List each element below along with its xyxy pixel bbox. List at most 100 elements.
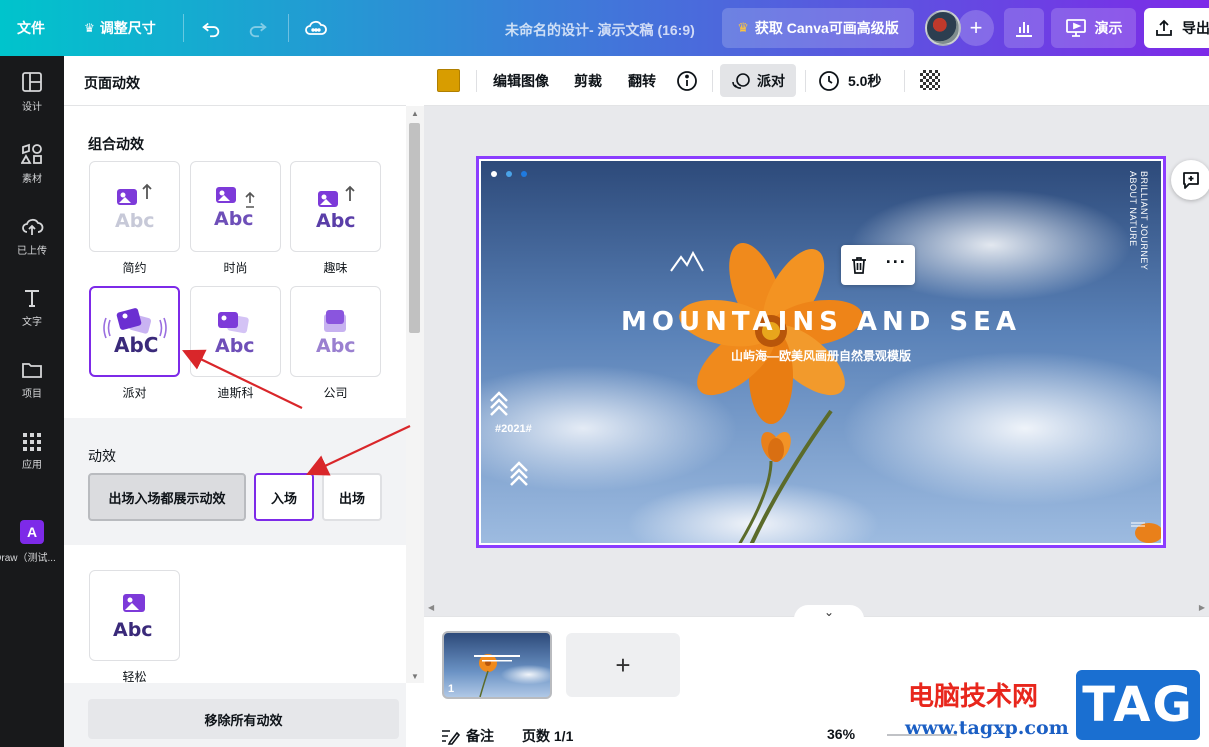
element-floating-toolbar: ··· (841, 245, 915, 285)
slide-vertical-text[interactable]: BRILLIANT JOURNEY ABOUT NATURE (1127, 171, 1149, 270)
rail-label: 素材 (22, 174, 42, 185)
rail-item-projects[interactable]: 项目 (0, 350, 64, 410)
scroll-thumb[interactable] (409, 123, 420, 333)
page-thumbnail[interactable]: 1 (442, 631, 552, 699)
vertical-line-1: BRILLIANT JOURNEY (1139, 171, 1149, 271)
anim-tile-disco[interactable]: Abc (190, 286, 281, 377)
more-animations-section: Abc 轻松 (64, 545, 406, 684)
anim-tile-party[interactable]: AbC (89, 286, 180, 377)
rail-item-text[interactable]: 文字 (0, 278, 64, 338)
svg-text:Abc: Abc (115, 210, 155, 232)
rail-label: Draw（测试... (0, 553, 56, 564)
animation-panel: 页面动效 组合动效 Abc 简约 Abc 时尚 Abc 趣味 AbC 派对 Ab… (64, 56, 406, 747)
clock-icon (819, 71, 839, 91)
notes-button[interactable]: 备注 (440, 726, 494, 746)
trash-icon[interactable] (849, 255, 869, 275)
tile-label: 时尚 (223, 261, 248, 275)
rail-label: 项目 (22, 389, 42, 400)
present-button[interactable]: 演示 (1051, 8, 1136, 48)
page-number: 1 (448, 683, 455, 695)
redo-button[interactable] (247, 0, 269, 56)
edit-image-button[interactable]: 编辑图像 (493, 56, 549, 106)
flip-button[interactable]: 翻转 (628, 56, 656, 106)
duration-button[interactable]: 5.0秒 (818, 56, 881, 106)
slide[interactable]: MOUNTAINS AND SEA 山屿海—欧美风画册自然景观模版 BRILLI… (476, 156, 1166, 548)
more-options-icon[interactable]: ··· (886, 253, 907, 271)
apps-grid-icon (23, 433, 41, 451)
anim-tile-relaxed[interactable]: Abc (89, 570, 180, 661)
anim-tile-fun[interactable]: Abc (290, 161, 381, 252)
canvas-scroll-right[interactable]: ▶ (1199, 603, 1205, 612)
mode-enter-button[interactable]: 入场 (254, 473, 314, 521)
upgrade-button[interactable]: ♛ 获取 Canva可画高级版 (722, 8, 914, 48)
simple-anim-icon: Abc (115, 183, 155, 232)
tile-label: 迪斯科 (217, 386, 254, 400)
thumbnail-preview (474, 654, 520, 697)
panel-title: 页面动效 (84, 75, 140, 91)
upload-icon (1156, 19, 1172, 36)
collapse-strip-handle[interactable]: ⌄ (794, 605, 864, 619)
context-toolbar: 编辑图像 剪裁 翻转 派对 5.0秒 (424, 56, 1209, 106)
corporate-anim-icon: Abc (316, 309, 355, 357)
export-label: 导出 (1182, 20, 1209, 36)
remove-all-animations-button[interactable]: 移除所有动效 (88, 699, 399, 739)
document-title[interactable]: 未命名的设计- 演示文稿 (16:9) (505, 20, 695, 40)
rail-item-design[interactable]: 设计 (0, 62, 64, 122)
watermark-url: www.tagxp.com (905, 717, 1069, 739)
resize-label: 调整尺寸 (99, 20, 156, 36)
mountain-logo (670, 250, 704, 272)
resize-button[interactable]: ♛ 调整尺寸 (84, 0, 156, 56)
mode-exit-button[interactable]: 出场 (322, 473, 382, 521)
undo-icon (202, 22, 220, 38)
anim-tile-corporate[interactable]: Abc (290, 286, 381, 377)
share-add-button[interactable]: + (958, 10, 994, 46)
rail-item-draw[interactable]: A Draw（测试... (0, 512, 64, 572)
page-count: 页数 1/1 (522, 728, 574, 744)
slide-title[interactable]: MOUNTAINS AND SEA (481, 307, 1161, 337)
crop-button[interactable]: 剪裁 (574, 56, 602, 106)
comment-plus-icon (1183, 172, 1199, 189)
panel-header: 页面动效 (64, 56, 406, 106)
info-button[interactable] (676, 56, 698, 106)
transparency-icon[interactable] (920, 70, 940, 90)
slide-photo[interactable]: MOUNTAINS AND SEA 山屿海—欧美风画册自然景观模版 BRILLI… (481, 161, 1161, 543)
mode-both-button[interactable]: 出场入场都展示动效 (88, 473, 246, 521)
tile-label: 公司 (323, 386, 348, 400)
scroll-up-arrow[interactable]: ▲ (411, 109, 419, 118)
scroll-down-arrow[interactable]: ▼ (411, 672, 419, 681)
rail-item-elements[interactable]: 素材 (0, 134, 64, 194)
animation-button[interactable]: 派对 (720, 64, 796, 97)
animation-label: 派对 (757, 72, 785, 89)
avatar[interactable] (925, 10, 961, 46)
layout-icon (22, 72, 42, 92)
rail-item-uploads[interactable]: 已上传 (0, 206, 64, 266)
zoom-level[interactable]: 36% (827, 726, 855, 742)
slide-subtitle[interactable]: 山屿海—欧美风画册自然景观模版 (481, 347, 1161, 364)
undo-button[interactable] (200, 0, 222, 56)
svg-text:Abc: Abc (215, 335, 255, 357)
svg-text:AbC: AbC (114, 333, 158, 357)
analytics-button[interactable] (1004, 8, 1044, 48)
add-page-button[interactable]: + (566, 633, 680, 697)
rail-item-apps[interactable]: 应用 (0, 422, 64, 482)
anim-tile-simple[interactable]: Abc (89, 161, 180, 252)
fun-anim-icon: Abc (316, 185, 355, 232)
combo-section: 组合动效 Abc 简约 Abc 时尚 Abc 趣味 AbC 派对 Abc 迪斯科… (64, 106, 406, 418)
notes-label: 备注 (466, 728, 494, 744)
panel-scrollbar[interactable]: ▲ ▼ (406, 106, 424, 683)
shapes-icon (21, 143, 42, 164)
anim-tile-stylish[interactable]: Abc (190, 161, 281, 252)
add-comment-button[interactable] (1171, 160, 1209, 200)
cloud-upload-icon (22, 218, 44, 235)
canvas-scroll-left[interactable]: ◀ (428, 603, 434, 612)
file-menu[interactable]: 文件 (17, 0, 45, 56)
present-icon (1065, 19, 1086, 37)
cloud-save-button[interactable] (304, 0, 328, 56)
rail-label: 文字 (22, 317, 42, 328)
slide-year[interactable]: #2021# (495, 423, 532, 436)
export-button[interactable]: 导出 (1144, 8, 1209, 48)
watermark-site-name: 电脑技术网 (908, 682, 1039, 712)
color-swatch[interactable] (437, 69, 460, 92)
redo-icon (249, 22, 267, 38)
plus-icon: + (969, 15, 983, 40)
